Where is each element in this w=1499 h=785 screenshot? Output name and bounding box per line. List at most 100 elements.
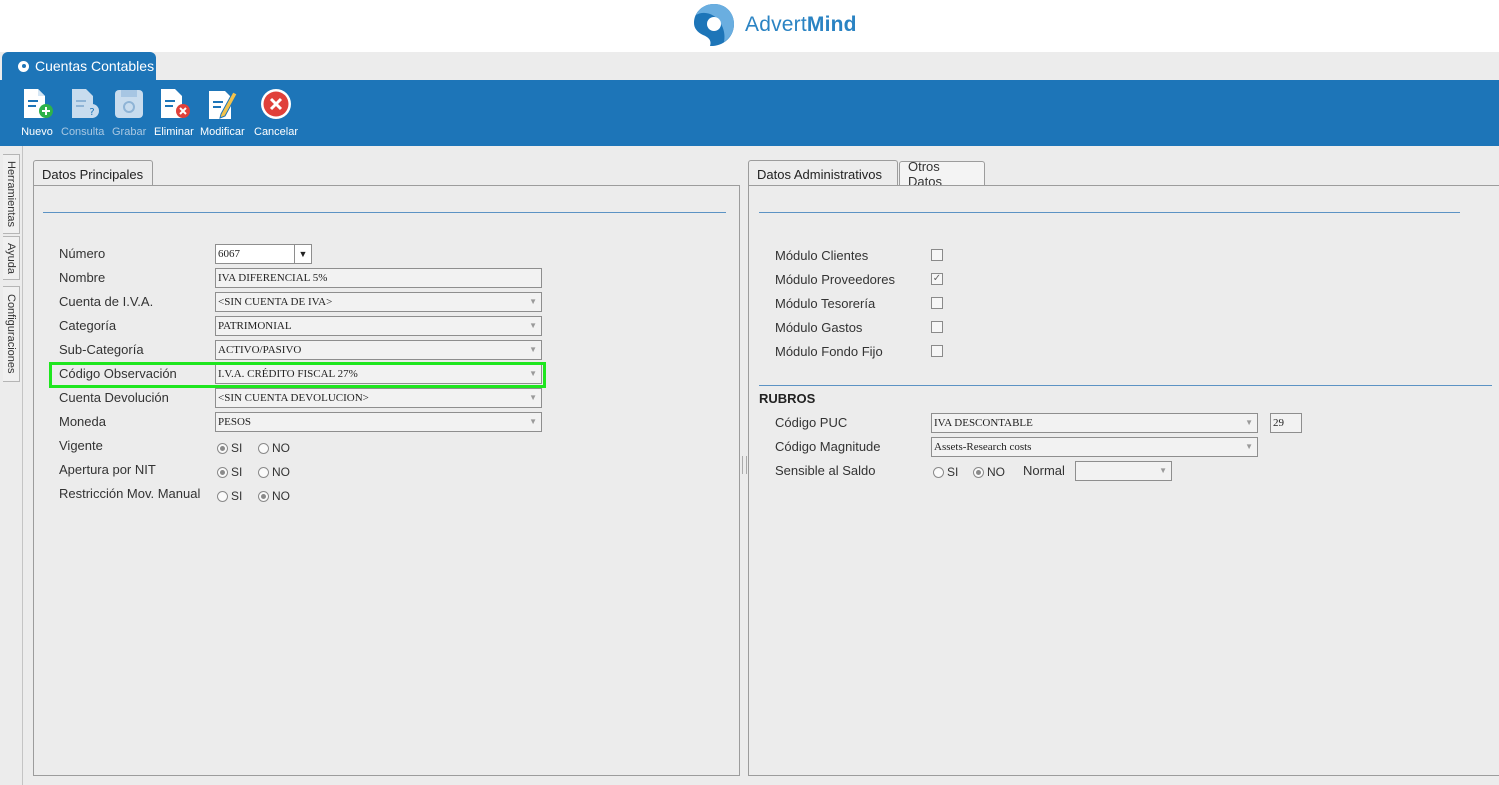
modulo-gastos-checkbox[interactable] (931, 321, 943, 333)
tab-cuentas-contables[interactable]: Cuentas Contables (2, 52, 156, 80)
cuenta-iva-select[interactable]: <SIN CUENTA DE IVA> ▼ (215, 292, 542, 312)
modulo-fondo-fijo-checkbox[interactable] (931, 345, 943, 357)
restriccion-label: Restricción Mov. Manual (59, 486, 201, 501)
highlight-box (49, 362, 546, 388)
nombre-field[interactable]: IVA DIFERENCIAL 5% (215, 268, 542, 288)
normal-label: Normal (1023, 463, 1065, 478)
modulo-clientes-checkbox[interactable] (931, 249, 943, 261)
chevron-down-icon: ▼ (529, 417, 537, 426)
separator (759, 212, 1460, 213)
cancel-icon (261, 89, 292, 119)
modificar-button[interactable]: Modificar (200, 86, 245, 138)
checkmark-icon: ✓ (932, 273, 942, 284)
tab-configuraciones[interactable]: Configuraciones (3, 286, 20, 382)
module-icon (18, 60, 29, 72)
sensible-si-radio[interactable]: SI (933, 465, 958, 479)
dropdown-arrow-icon[interactable]: ▼ (294, 245, 311, 263)
codigo-puc-code-field[interactable]: 29 (1270, 413, 1302, 433)
tab-otros-datos[interactable]: Otros Datos (899, 159, 985, 189)
tab-label: Cuentas Contables (35, 58, 155, 74)
restriccion-no-radio[interactable]: NO (258, 489, 290, 503)
rubros-heading: RUBROS (759, 391, 816, 406)
separator (43, 212, 726, 213)
codigo-puc-label: Código PUC (775, 415, 848, 430)
radio-label: SI (231, 489, 243, 503)
sensible-no-radio[interactable]: NO (973, 465, 1005, 479)
grabar-button[interactable]: Grabar (112, 86, 146, 138)
panel-splitter-handle[interactable] (742, 456, 747, 474)
configuraciones-label: Configuraciones (5, 294, 17, 374)
vigente-si-radio[interactable]: SI (217, 441, 242, 455)
vigente-label: Vigente (59, 438, 103, 453)
tab-datos-principales[interactable]: Datos Principales (33, 160, 153, 187)
cuenta-iva-label: Cuenta de I.V.A. (59, 294, 154, 309)
radio-icon (258, 442, 269, 454)
grabar-label: Grabar (112, 126, 147, 138)
codigo-puc-select[interactable]: IVA DESCONTABLE ▼ (931, 413, 1258, 433)
apertura-si-radio[interactable]: SI (217, 465, 242, 479)
delete-document-icon (160, 89, 190, 118)
numero-field[interactable]: 6067 ▼ (215, 244, 312, 264)
codigo-magnitude-label: Código Magnitude (775, 439, 881, 454)
radio-label: NO (987, 465, 1005, 479)
normal-select[interactable]: ▼ (1075, 461, 1172, 481)
categoria-select[interactable]: PATRIMONIAL ▼ (215, 316, 542, 336)
codigo-magnitude-select[interactable]: Assets-Research costs ▼ (931, 437, 1258, 457)
modulo-tesoreria-checkbox[interactable] (931, 297, 943, 309)
toolbar: Nuevo ? Consulta Grabar Eliminar Modific… (0, 80, 1499, 146)
vigente-no-radio[interactable]: NO (258, 441, 290, 455)
chevron-down-icon: ▼ (529, 321, 537, 330)
chevron-down-icon: ▼ (529, 345, 537, 354)
separator (759, 385, 1492, 386)
sensible-saldo-label: Sensible al Saldo (775, 463, 876, 478)
categoria-value: PATRIMONIAL (218, 320, 292, 332)
radio-icon (933, 466, 944, 478)
eliminar-button[interactable]: Eliminar (154, 86, 194, 138)
radio-label: SI (947, 465, 959, 479)
numero-value: 6067 (218, 248, 240, 260)
nombre-value: IVA DIFERENCIAL 5% (218, 272, 328, 284)
cancelar-button[interactable]: Cancelar (254, 86, 298, 138)
advertmind-logo-icon (694, 4, 734, 46)
moneda-select[interactable]: PESOS ▼ (215, 412, 542, 432)
radio-label: SI (231, 441, 243, 455)
radio-icon (258, 466, 269, 478)
chevron-down-icon: ▼ (1159, 466, 1167, 475)
apertura-no-radio[interactable]: NO (258, 465, 290, 479)
cuenta-devolucion-select[interactable]: <SIN CUENTA DEVOLUCION> ▼ (215, 388, 542, 408)
modulo-proveedores-checkbox[interactable]: ✓ (931, 273, 943, 285)
numero-label: Número (59, 246, 106, 261)
tab-datos-administrativos[interactable]: Datos Administrativos (748, 160, 898, 187)
moneda-value: PESOS (218, 416, 252, 428)
radio-icon (217, 490, 228, 502)
subcategoria-select[interactable]: ACTIVO/PASIVO ▼ (215, 340, 542, 360)
radio-label: SI (231, 465, 243, 479)
subcategoria-label: Sub-Categoría (59, 342, 144, 357)
categoria-label: Categoría (59, 318, 117, 333)
nombre-label: Nombre (59, 270, 106, 285)
svg-text:?: ? (89, 107, 94, 118)
chevron-down-icon: ▼ (529, 393, 537, 402)
chevron-down-icon: ▼ (1245, 418, 1253, 427)
side-tabs: Herramientas Ayuda Configuraciones (0, 146, 23, 785)
ayuda-label: Ayuda (5, 242, 17, 274)
consulta-label: Consulta (61, 126, 105, 138)
eliminar-label: Eliminar (154, 126, 194, 138)
chevron-down-icon: ▼ (1245, 442, 1253, 451)
consulta-button[interactable]: ? Consulta (61, 86, 104, 138)
tab-herramientas[interactable]: Herramientas (3, 154, 20, 234)
cuenta-devolucion-value: <SIN CUENTA DEVOLUCION> (218, 392, 369, 404)
radio-label: NO (272, 465, 290, 479)
advertmind-logo: AdvertMind (692, 2, 857, 48)
cancelar-label: Cancelar (254, 126, 299, 138)
tab-ayuda[interactable]: Ayuda (3, 236, 20, 280)
modulo-tesoreria-label: Módulo Tesorería (775, 296, 876, 311)
nuevo-button[interactable]: Nuevo (20, 86, 54, 138)
chevron-down-icon: ▼ (529, 297, 537, 306)
save-icon (115, 90, 144, 118)
modulo-clientes-label: Módulo Clientes (775, 248, 869, 263)
modulo-proveedores-label: Módulo Proveedores (775, 272, 895, 287)
modulo-fondo-fijo-label: Módulo Fondo Fijo (775, 344, 883, 359)
restriccion-si-radio[interactable]: SI (217, 489, 242, 503)
radio-label: NO (272, 441, 290, 455)
